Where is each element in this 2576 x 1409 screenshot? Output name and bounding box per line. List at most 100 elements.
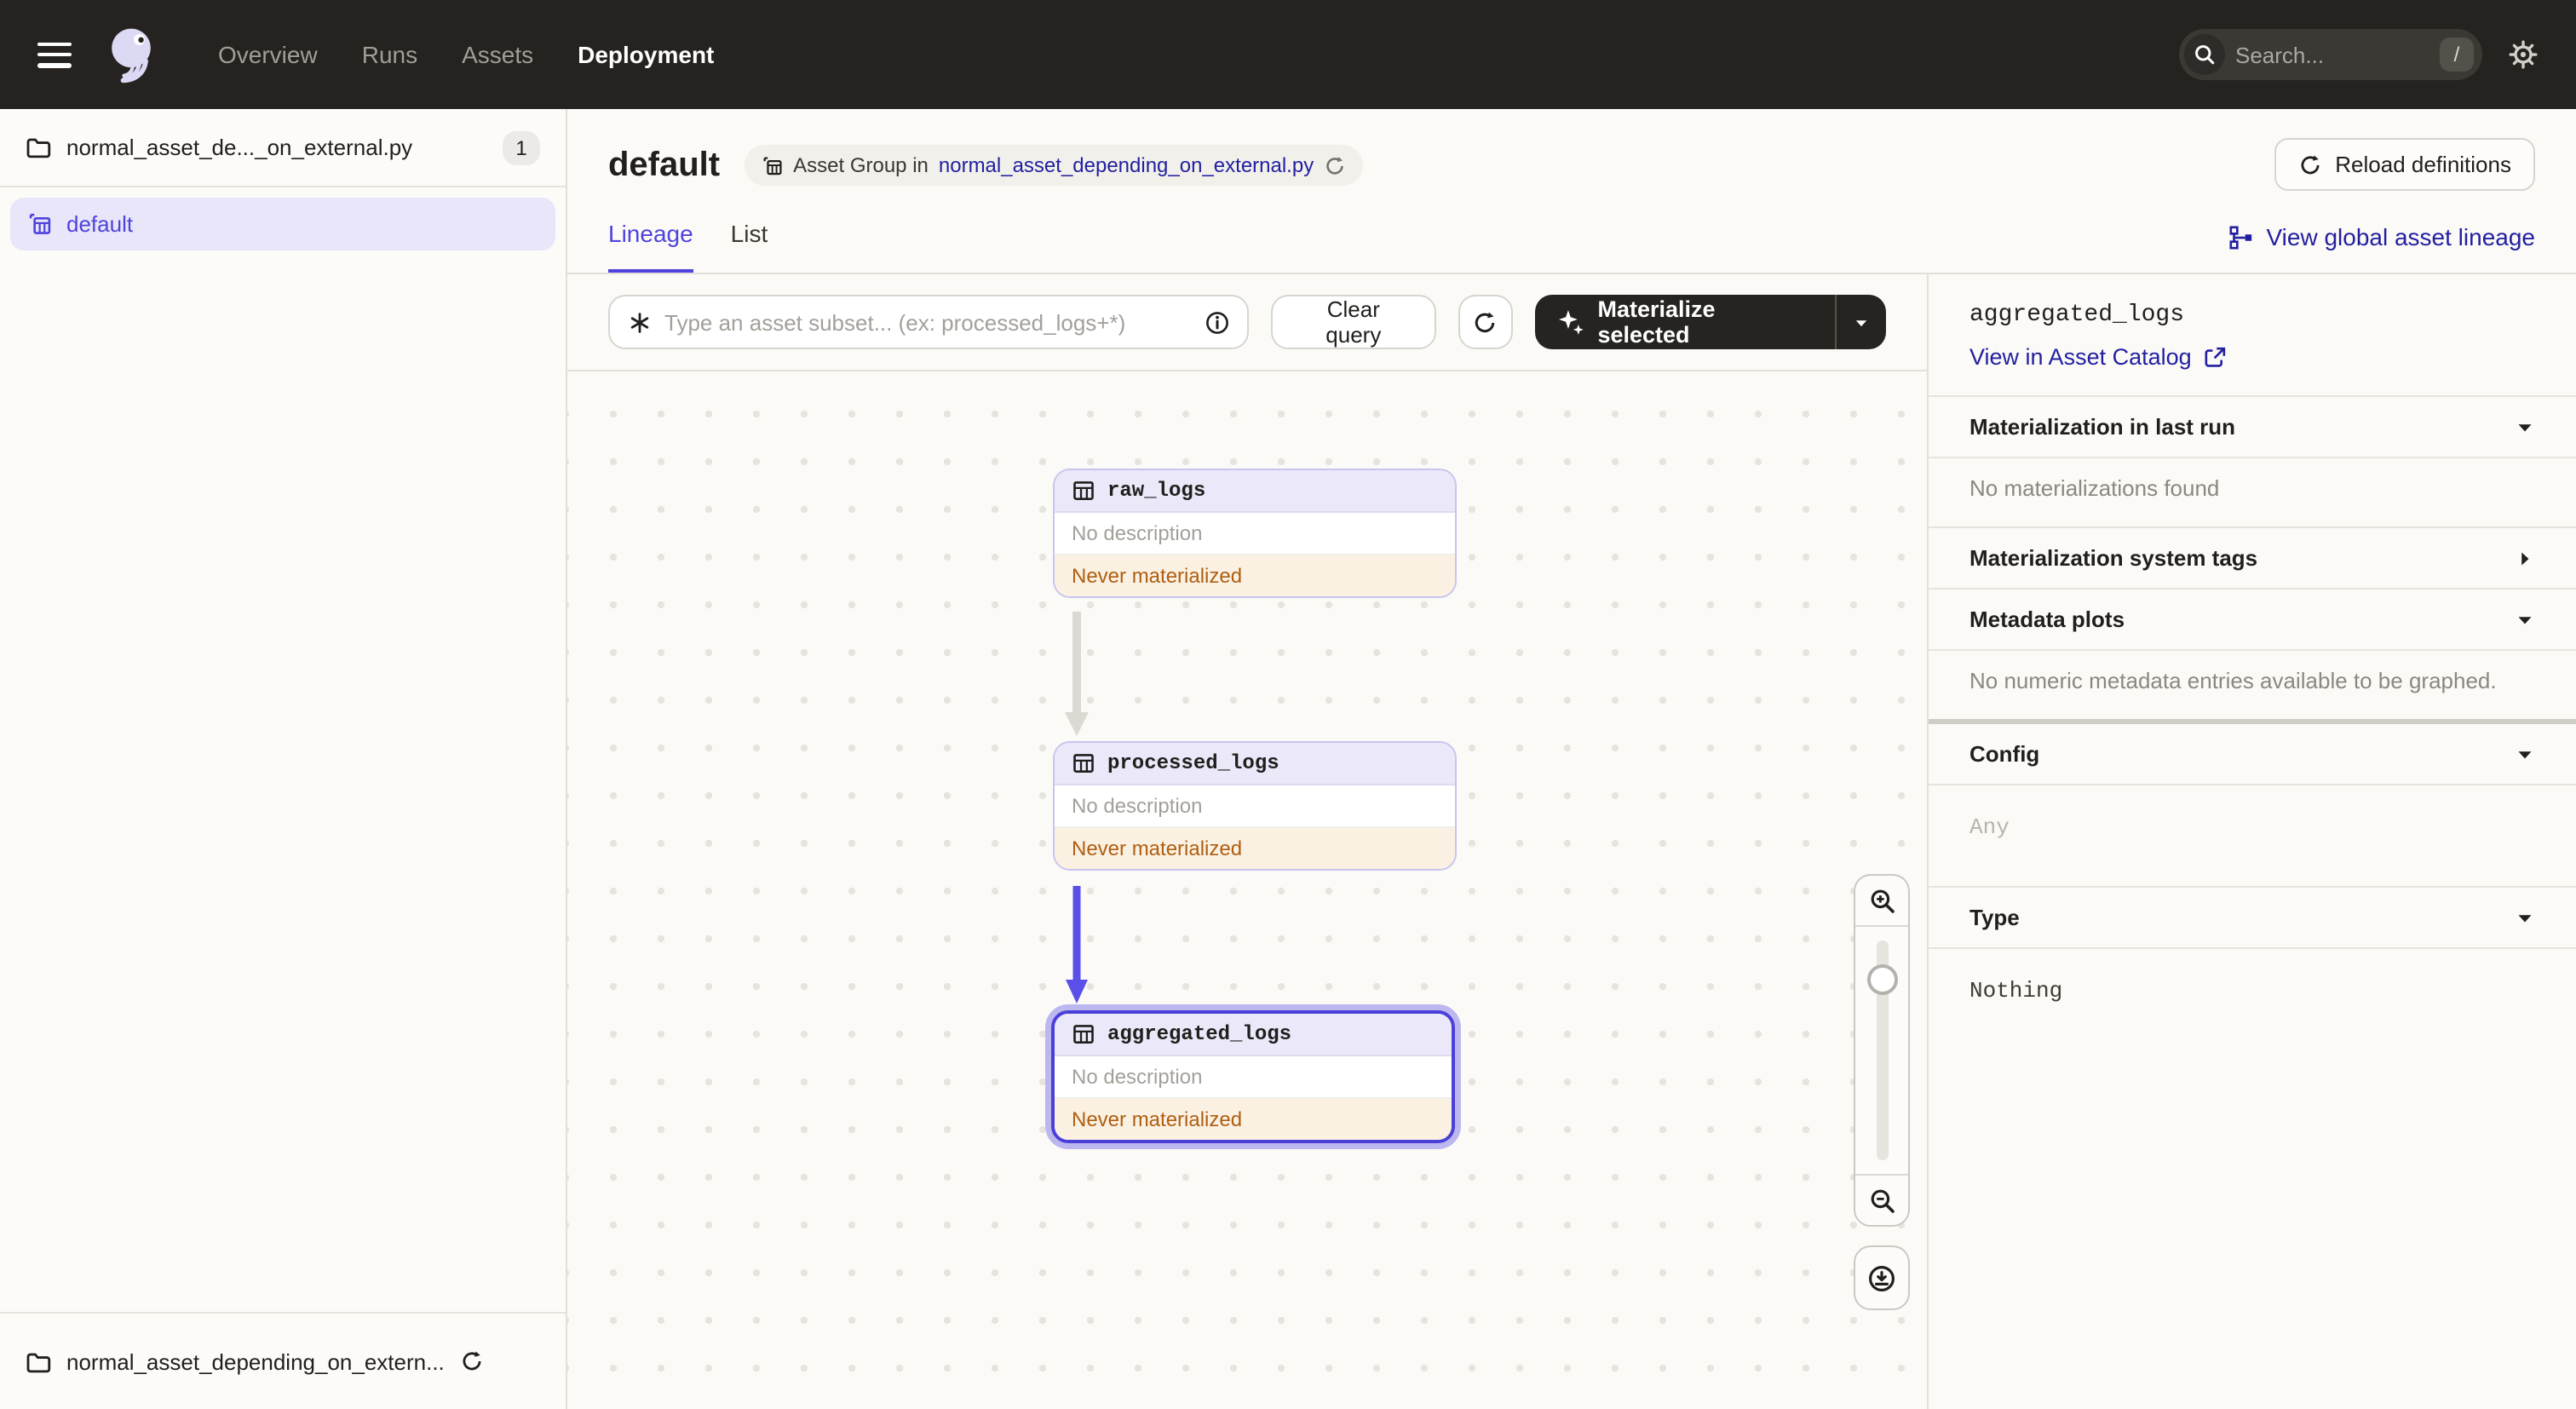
refresh-icon <box>2300 154 2319 174</box>
view-in-asset-catalog-link[interactable]: View in Asset Catalog <box>1969 344 2535 370</box>
footer-repo-name: normal_asset_depending_on_extern... <box>66 1349 445 1374</box>
section-metadata-plots[interactable]: Metadata plots <box>1929 588 2576 649</box>
breadcrumb: Asset Group in normal_asset_depending_on… <box>744 145 1364 186</box>
selected-asset-name: aggregated_logs <box>1969 302 2185 329</box>
refresh-graph-button[interactable] <box>1458 295 1513 349</box>
view-global-asset-lineage-link[interactable]: View global asset lineage <box>2229 223 2535 273</box>
folder-icon <box>26 1352 51 1372</box>
search-shortcut-badge: / <box>2440 37 2474 72</box>
asset-node-name: aggregated_logs <box>1107 1022 1292 1046</box>
materialize-selected-label: Materialize selected <box>1597 296 1716 348</box>
sidebar: normal_asset_de..._on_external.py 1 defa… <box>0 109 567 1409</box>
section-label: Materialization system tags <box>1969 545 2258 571</box>
top-nav: Overview Runs Assets Deployment / <box>0 0 2576 109</box>
type-value: Nothing <box>1929 947 2576 1032</box>
zoom-slider[interactable] <box>1855 927 1908 1174</box>
zoom-out-icon <box>1870 1188 1894 1212</box>
reload-definitions-label: Reload definitions <box>2335 152 2511 177</box>
section-materialization-system-tags[interactable]: Materialization system tags <box>1929 526 2576 588</box>
asset-node-aggregated-logs[interactable]: aggregated_logs No description Never mat… <box>1051 1010 1455 1143</box>
asset-node-status: Never materialized <box>1055 828 1455 869</box>
asset-node-name: raw_logs <box>1107 479 1206 503</box>
tab-lineage[interactable]: Lineage <box>608 220 693 273</box>
section-materialization-last-run[interactable]: Materialization in last run <box>1929 395 2576 457</box>
nav-link-deployment[interactable]: Deployment <box>561 31 731 78</box>
asset-details-panel: aggregated_logs View in Asset Catalog Ma… <box>1927 274 2576 1409</box>
asset-node-name: processed_logs <box>1107 751 1279 775</box>
section-label: Config <box>1969 741 2040 767</box>
zoom-in-icon <box>1870 889 1894 912</box>
download-graph-button[interactable] <box>1854 1245 1910 1310</box>
nav-link-assets[interactable]: Assets <box>445 31 550 78</box>
asset-node-status: Never materialized <box>1055 1099 1452 1140</box>
gear-icon[interactable] <box>2508 39 2539 70</box>
asset-subset-input[interactable] <box>664 309 1193 335</box>
sidebar-item-label: default <box>66 211 134 237</box>
asset-node-description: No description <box>1055 1056 1452 1099</box>
asset-node-status: Never materialized <box>1055 555 1455 596</box>
materialize-selected-button[interactable]: Materialize selected <box>1534 295 1886 349</box>
tab-bar: Lineage List View global asset lineage <box>567 193 2576 274</box>
op-selector-icon <box>630 312 649 332</box>
dagster-logo[interactable] <box>99 22 164 87</box>
section-type[interactable]: Type <box>1929 886 2576 947</box>
config-value: Any <box>1929 784 2576 886</box>
asset-node-description: No description <box>1055 785 1455 828</box>
search-input[interactable] <box>2225 42 2440 67</box>
search-icon <box>2184 34 2225 75</box>
asset-node-description: No description <box>1055 513 1455 555</box>
sidebar-repo-row[interactable]: normal_asset_de..._on_external.py 1 <box>0 109 566 187</box>
chevron-down-icon <box>2515 744 2535 764</box>
no-metadata-text: No numeric metadata entries available to… <box>1929 649 2576 719</box>
download-icon <box>1869 1265 1895 1291</box>
lineage-pane: Clear query Materialize selected <box>567 274 1927 1409</box>
info-icon[interactable] <box>1205 309 1230 335</box>
nav-links: Overview Runs Assets Deployment <box>201 31 731 78</box>
hamburger-menu-icon[interactable] <box>37 42 72 67</box>
chevron-down-icon <box>2515 907 2535 928</box>
breadcrumb-prefix: Asset Group in <box>793 153 929 177</box>
chevron-down-icon <box>1855 319 1867 326</box>
section-label: Metadata plots <box>1969 607 2125 632</box>
asset-group-icon <box>762 156 781 175</box>
nav-link-runs[interactable]: Runs <box>345 31 434 78</box>
section-label: Materialization in last run <box>1969 414 2236 440</box>
table-icon <box>1073 481 1094 500</box>
asset-subset-query-box[interactable] <box>608 295 1249 349</box>
clear-query-button[interactable]: Clear query <box>1270 295 1436 349</box>
tab-list[interactable]: List <box>731 220 768 273</box>
sidebar-item-default-group[interactable]: default <box>10 198 555 250</box>
search-bar[interactable]: / <box>2179 29 2482 80</box>
dagster-app: Overview Runs Assets Deployment / <box>0 0 2576 1409</box>
asset-count-badge: 1 <box>503 130 540 164</box>
asset-node-processed-logs[interactable]: processed_logs No description Never mate… <box>1053 741 1457 871</box>
lineage-graph-canvas[interactable]: raw_logs No description Never materializ… <box>567 371 1927 1409</box>
main-area: default Asset Group in normal_asset_depe… <box>567 109 2576 1409</box>
zoom-controls <box>1854 874 1910 1227</box>
sidebar-footer: normal_asset_depending_on_extern... <box>0 1312 566 1409</box>
materialize-dropdown-caret[interactable] <box>1837 295 1886 349</box>
no-materializations-text: No materializations found <box>1929 457 2576 526</box>
refresh-icon <box>1475 311 1495 332</box>
asset-group-icon <box>29 213 51 234</box>
table-icon <box>1073 754 1094 773</box>
zoom-out-button[interactable] <box>1855 1174 1908 1225</box>
external-link-icon <box>2205 346 2226 366</box>
main-header: default Asset Group in normal_asset_depe… <box>567 109 2576 193</box>
view-in-asset-catalog-label: View in Asset Catalog <box>1969 344 2192 370</box>
refresh-icon[interactable] <box>1324 154 1346 176</box>
refresh-repo-icon[interactable] <box>460 1349 484 1373</box>
chevron-right-icon <box>2515 548 2535 568</box>
repo-name: normal_asset_de..._on_external.py <box>66 135 413 160</box>
asset-node-raw-logs[interactable]: raw_logs No description Never materializ… <box>1053 469 1457 598</box>
reload-definitions-button[interactable]: Reload definitions <box>2274 138 2535 191</box>
nav-link-overview[interactable]: Overview <box>201 31 335 78</box>
breadcrumb-repo-link[interactable]: normal_asset_depending_on_external.py <box>939 153 1314 177</box>
lineage-toolbar: Clear query Materialize selected <box>567 274 1927 371</box>
zoom-slider-handle[interactable] <box>1866 964 1897 995</box>
lineage-graph-icon <box>2230 225 2252 249</box>
table-icon <box>1073 1025 1094 1044</box>
zoom-in-button[interactable] <box>1855 876 1908 927</box>
section-config[interactable]: Config <box>1929 719 2576 784</box>
dagster-octopus-icon <box>112 28 151 83</box>
